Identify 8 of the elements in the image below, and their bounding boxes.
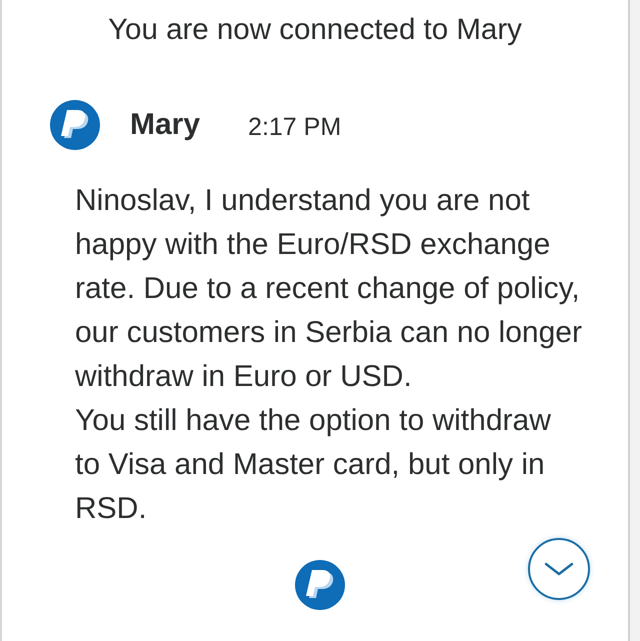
- sender-name: Mary: [130, 107, 200, 143]
- message-text: Ninoslav, I understand you are not happy with the Euro/RSD exchange rate. Due to a recent change of policy, our customers in Serbia can no longer withdraw in Euro or USD. You still have the option to withdraw to Visa and Master card, but only in RSD.: [75, 183, 583, 527]
- scroll-down-button[interactable]: [528, 538, 590, 600]
- typing-logo-icon: [295, 560, 345, 610]
- avatar-logo-icon: [50, 100, 100, 150]
- chevron-down-icon: [544, 562, 574, 576]
- system-message: You are now connected to Mary: [108, 12, 522, 48]
- message-time: 2:17 PM: [248, 112, 342, 143]
